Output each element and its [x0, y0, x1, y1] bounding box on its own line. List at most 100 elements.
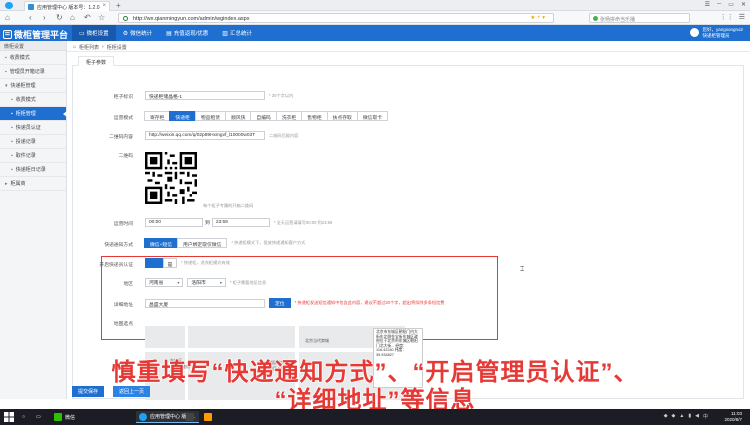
category-option-storage[interactable]: 寄存柜: [144, 111, 171, 121]
top-nav-cabinet-settings[interactable]: ▭ 微柜设置: [72, 25, 116, 41]
browser-logo-icon: [5, 2, 13, 9]
notify-options: 微信+短信 用户绑定取仅微信: [144, 238, 228, 248]
back-icon[interactable]: ‹: [29, 13, 32, 22]
tray-icon[interactable]: ◆: [664, 413, 668, 420]
wallet-icon: ▤: [166, 30, 172, 37]
top-nav-summary[interactable]: ▥ 汇总统计: [215, 25, 259, 41]
taskbar-illustrator[interactable]: [204, 411, 212, 423]
category-options: 寄存柜 快递柜 物品租赁 顺风快 自编码 洗衣柜 售物柜 扶点存取 微信取卡: [144, 111, 389, 121]
reload-icon[interactable]: ↻: [56, 13, 63, 22]
sidebar-item-label: 柜属商: [10, 181, 26, 187]
sidebar-item-charge-mode[interactable]: ▪ 收费模式: [0, 51, 66, 65]
sidebar-item-daily-log[interactable]: ▪ 快递柜日记录: [0, 163, 66, 177]
home-icon: ⌂: [73, 44, 77, 50]
category-label: 运营模式: [113, 116, 133, 121]
system-tray: ◆ ◆ ▲ ▮ ◀ 中: [664, 413, 708, 420]
maximize-icon[interactable]: ▭: [728, 1, 734, 8]
wechat-icon: [54, 413, 62, 421]
taskbar-taskview-icon[interactable]: ▭: [36, 411, 41, 423]
menu-icon[interactable]: ☰: [705, 1, 710, 8]
tab-cabinet-params[interactable]: 柜子参数: [78, 56, 115, 66]
user-area[interactable]: 您好，yangsongrui2 快递柜管理员: [690, 27, 743, 38]
tray-icon[interactable]: ◆: [672, 413, 676, 420]
sidebar-item-cabinet-list[interactable]: ▪ 柜柜管理: [0, 107, 67, 121]
favorite-star-icon[interactable]: ★ ⚡ ▾: [530, 15, 545, 21]
cabinet-name-input[interactable]: 快递柜储晶格-1: [145, 91, 265, 100]
home-icon[interactable]: ⌂: [5, 13, 10, 22]
qr-code-image: [145, 152, 197, 204]
taskbar-search-icon[interactable]: ○: [22, 411, 25, 423]
home-page-icon[interactable]: ⌂: [70, 13, 75, 22]
taskbar-item-label: 微信: [65, 414, 76, 421]
top-nav-label: 微柜设置: [86, 31, 109, 37]
app-logo: ☰ 微柜管理平台: [3, 28, 68, 41]
category-option-vending[interactable]: 售物柜: [301, 111, 328, 121]
notify-label: 快递通知方式: [104, 243, 133, 248]
close-window-icon[interactable]: ✕: [741, 1, 746, 8]
forward-icon[interactable]: ›: [43, 13, 46, 22]
top-nav-recharge[interactable]: ▤ 充值返现/优惠: [159, 25, 215, 41]
taskbar-wechat[interactable]: 微信: [54, 411, 75, 423]
sidebar-item-label: 快递柜管理: [10, 83, 36, 89]
windows-start-icon[interactable]: [4, 412, 14, 422]
qr-code-hint: 每个柜子专属的开箱二维码: [203, 203, 254, 208]
breadcrumb-item[interactable]: 柜柜列表: [79, 44, 99, 51]
undo-icon[interactable]: ↶: [84, 13, 91, 22]
time-end-input[interactable]: 23:59: [211, 218, 270, 227]
browser-titlebar: 应用管理中心 版本号：1.2.0 × + ☰ ─ ▭ ✕: [0, 0, 750, 11]
extensions-icon[interactable]: ⋮⋮: [720, 13, 734, 21]
volume-icon[interactable]: ◀: [695, 413, 699, 420]
map-place-label: 北京当代商城: [305, 338, 329, 343]
sidebar-item-label: 管理员开箱记录: [9, 69, 45, 75]
expand-icon: ▸: [5, 180, 8, 187]
sidebar-item-label: 快递柜日记录: [15, 167, 46, 173]
folder-icon: ▾: [5, 82, 8, 89]
search-engine-icon: [593, 16, 598, 21]
map-label: 地图选点: [113, 322, 133, 327]
category-option-sf[interactable]: 顺风快: [225, 111, 252, 121]
new-tab-button[interactable]: +: [116, 1, 121, 10]
monitor-icon: ▭: [79, 30, 85, 37]
qr-link-input[interactable]: http://weixin.qq.com/q/02p89Hxmgvf_l1000…: [145, 131, 265, 140]
time-start-input[interactable]: 00:00: [145, 218, 203, 227]
network-icon[interactable]: ▮: [688, 413, 691, 420]
tray-icon[interactable]: ▲: [679, 413, 684, 420]
ime-icon[interactable]: 中: [703, 413, 708, 420]
sidebar-item-charge-mode-sub[interactable]: ▪ 收费模式: [0, 93, 66, 107]
top-nav-wechat-stats[interactable]: ⚙ 微信统计: [116, 25, 159, 41]
clock[interactable]: 11:03 2020/8/7: [724, 411, 742, 423]
list-icon: ▪: [11, 110, 13, 117]
bookmark-icon[interactable]: ☆: [98, 13, 105, 22]
notify-option-wechat-sms[interactable]: 微信+短信: [144, 238, 178, 248]
notify-hint: * 快递柜模式下，投放快递通知客户方式: [231, 240, 306, 245]
sidebar-item-courier-auth[interactable]: ▪ 快递员认证: [0, 121, 66, 135]
sidebar-item-admin-open-log[interactable]: ▪ 管理员开箱记录: [0, 65, 66, 79]
category-option-laundry[interactable]: 洗衣柜: [275, 111, 303, 121]
sidebar-item-delivery-log[interactable]: ▪ 投递记录: [0, 135, 66, 149]
chart-icon: ▥: [222, 30, 228, 37]
taskbar-app[interactable]: [186, 411, 194, 423]
list-icon: ▪: [11, 96, 13, 103]
notify-option-wechat-only[interactable]: 用户绑定取仅微信: [177, 238, 228, 248]
browser-search-box[interactable]: 张杨拼命当乐播: [589, 13, 690, 23]
category-option-point[interactable]: 扶点存取: [326, 111, 358, 121]
settings-icon[interactable]: ☰: [739, 13, 745, 21]
address-bar[interactable]: http://wx.qianmingyun.com/admin/wgindex.…: [118, 13, 554, 23]
minimize-icon[interactable]: ─: [717, 1, 721, 8]
sidebar-item-cabinet-manage[interactable]: ▾ 快递柜管理: [0, 79, 66, 93]
breadcrumb: ⌂ 柜柜列表 › 柜柜设置: [67, 41, 750, 52]
time-label: 运营时间: [113, 222, 133, 227]
favicon-icon: [28, 4, 34, 10]
sidebar-item-vendor[interactable]: ▸ 柜属商: [0, 177, 66, 191]
sidebar-item-pickup-log[interactable]: ▪ 取件记录: [0, 149, 66, 163]
cabinet-name-hint: * 30个字以内: [269, 92, 294, 98]
list-icon: ▪: [11, 138, 13, 145]
category-option-express[interactable]: 快递柜: [169, 111, 196, 121]
taskbar: ○ ▭ 微信 应用管理中心 版本... ◆ ◆ ▲ ▮ ◀ 中 11:03 20…: [0, 409, 750, 425]
browser-tab[interactable]: 应用管理中心 版本号：1.2.0 ×: [24, 1, 110, 11]
list-icon: ▪: [11, 166, 13, 173]
category-option-code[interactable]: 自编码: [250, 111, 277, 121]
category-option-wechat-card[interactable]: 微信取卡: [356, 111, 389, 121]
category-option-rental[interactable]: 物品租赁: [194, 111, 227, 121]
tab-close-icon[interactable]: ×: [102, 3, 106, 9]
